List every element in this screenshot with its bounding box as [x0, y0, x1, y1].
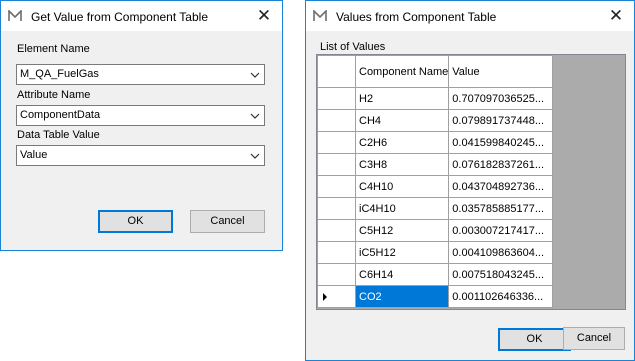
column-header-value[interactable]: Value — [448, 55, 554, 88]
row-header[interactable] — [317, 241, 356, 264]
data-table-value-label: Data Table Value — [17, 129, 100, 141]
chevron-down-icon — [250, 153, 260, 159]
element-name-value: M_QA_FuelGas — [20, 68, 99, 80]
value-cell[interactable]: 0.043704892736... — [448, 175, 554, 198]
close-icon[interactable]: ✕ — [246, 1, 282, 31]
element-name-label: Element Name — [17, 43, 90, 55]
values-table: Component Name Value H2 0.707097036525...… — [317, 55, 554, 308]
dialog-title: Get Value from Component Table — [31, 10, 208, 24]
row-header[interactable] — [317, 87, 356, 110]
row-header[interactable] — [317, 285, 356, 308]
value-cell[interactable]: 0.004109863604... — [448, 241, 554, 264]
row-header[interactable] — [317, 219, 356, 242]
row-header[interactable] — [317, 153, 356, 176]
cancel-button[interactable]: Cancel — [563, 327, 625, 350]
component-name-cell[interactable]: C6H14 — [354, 263, 450, 286]
title-bar[interactable]: Get Value from Component Table ✕ — [1, 1, 282, 31]
component-name-cell[interactable]: H2 — [354, 87, 450, 110]
app-logo-icon — [8, 10, 22, 21]
element-name-dropdown[interactable]: M_QA_FuelGas — [16, 64, 265, 85]
get-value-dialog: Get Value from Component Table ✕ Element… — [0, 0, 283, 251]
table-row[interactable]: C4H10 0.043704892736... — [317, 175, 554, 198]
row-header[interactable] — [317, 175, 356, 198]
component-name-cell[interactable]: iC5H12 — [354, 241, 450, 264]
component-name-cell[interactable]: C5H12 — [354, 219, 450, 242]
value-cell[interactable]: 0.001102646336... — [448, 285, 554, 308]
table-row[interactable]: C3H8 0.076182837261... — [317, 153, 554, 176]
value-cell[interactable]: 0.003007217417... — [448, 219, 554, 242]
chevron-down-icon — [250, 113, 260, 119]
row-header[interactable] — [317, 263, 356, 286]
component-name-cell[interactable]: iC4H10 — [354, 197, 450, 220]
table-row[interactable]: H2 0.707097036525... — [317, 87, 554, 110]
value-cell[interactable]: 0.076182837261... — [448, 153, 554, 176]
value-cell[interactable]: 0.079891737448... — [448, 109, 554, 132]
attribute-name-value: ComponentData — [20, 109, 101, 121]
data-table-value-value: Value — [20, 149, 48, 161]
value-cell[interactable]: 0.035785885177... — [448, 197, 554, 220]
ok-button[interactable]: OK — [498, 328, 571, 351]
component-name-cell[interactable]: C2H6 — [354, 131, 450, 154]
close-icon[interactable]: ✕ — [598, 1, 634, 31]
chevron-down-icon — [250, 72, 260, 78]
ok-button[interactable]: OK — [98, 210, 173, 233]
row-header[interactable] — [317, 197, 356, 220]
dialog-title: Values from Component Table — [336, 10, 497, 24]
data-table-value-dropdown[interactable]: Value — [16, 145, 265, 166]
row-header[interactable] — [317, 131, 356, 154]
row-header[interactable] — [317, 109, 356, 132]
table-row[interactable]: iC5H12 0.004109863604... — [317, 241, 554, 264]
table-row[interactable]: C6H14 0.007518043245... — [317, 263, 554, 286]
table-row[interactable]: C2H6 0.041599840245... — [317, 131, 554, 154]
title-bar[interactable]: Values from Component Table ✕ — [306, 1, 634, 31]
attribute-name-dropdown[interactable]: ComponentData — [16, 105, 265, 126]
cancel-button[interactable]: Cancel — [190, 210, 265, 233]
column-header-component-name[interactable]: Component Name — [354, 55, 450, 88]
table-row[interactable]: iC4H10 0.035785885177... — [317, 197, 554, 220]
corner-header[interactable] — [317, 55, 356, 88]
component-name-cell[interactable]: C4H10 — [354, 175, 450, 198]
component-name-cell[interactable]: CH4 — [354, 109, 450, 132]
component-name-cell[interactable]: C3H8 — [354, 153, 450, 176]
table-row[interactable]: CH4 0.079891737448... — [317, 109, 554, 132]
table-row[interactable]: C5H12 0.003007217417... — [317, 219, 554, 242]
component-name-cell[interactable]: CO2 — [354, 285, 450, 308]
value-cell[interactable]: 0.707097036525... — [448, 87, 554, 110]
row-pointer-icon — [323, 293, 327, 301]
value-cell[interactable]: 0.041599840245... — [448, 131, 554, 154]
table-row[interactable]: CO2 0.001102646336... — [317, 285, 554, 308]
list-of-values-label: List of Values — [320, 41, 386, 53]
values-grid[interactable]: Component Name Value H2 0.707097036525...… — [316, 54, 626, 310]
value-cell[interactable]: 0.007518043245... — [448, 263, 554, 286]
attribute-name-label: Attribute Name — [17, 89, 91, 101]
app-logo-icon — [313, 10, 327, 21]
